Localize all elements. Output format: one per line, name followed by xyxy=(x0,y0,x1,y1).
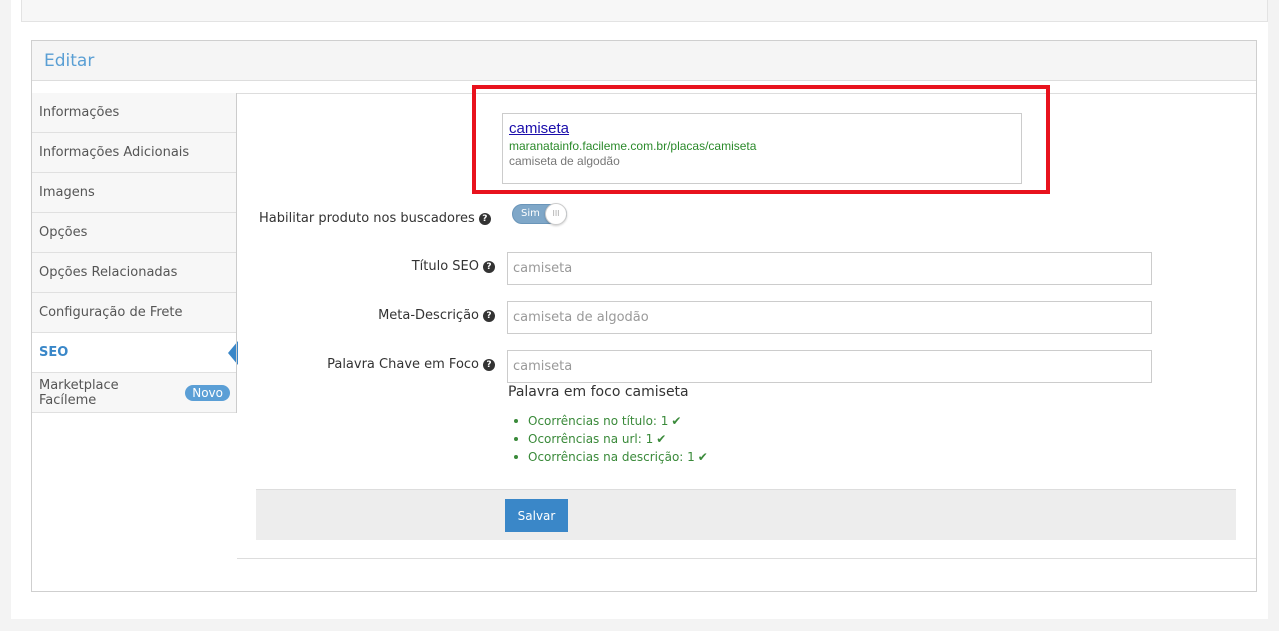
sidebar-item-imagens[interactable]: Imagens xyxy=(32,173,237,213)
sidebar-item-opcoes-relacionadas[interactable]: Opções Relacionadas xyxy=(32,253,237,293)
sidebar-item-label: Marketplace Facíleme xyxy=(39,377,119,408)
bullet-icon xyxy=(514,437,518,441)
focus-keyword-title: Palavra em foco camiseta xyxy=(508,384,689,400)
seo-title-label: Título SEO? xyxy=(395,259,495,274)
enable-search-toggle[interactable]: Sim III xyxy=(512,203,567,225)
toggle-knob: III xyxy=(545,203,567,225)
sidebar-item-configuracao-frete[interactable]: Configuração de Frete xyxy=(32,293,237,333)
form-actions-bar: Salvar xyxy=(256,489,1236,540)
new-badge: Novo xyxy=(185,384,230,401)
checkmark-icon: ✔ xyxy=(656,432,667,446)
sidebar-nav: Informações Informações Adicionais Image… xyxy=(32,93,238,413)
list-item: Ocorrências no título: 1 ✔ xyxy=(514,412,708,430)
sidebar-item-label: Opções xyxy=(39,225,88,240)
focus-keyword-label: Palavra Chave em Foco? xyxy=(295,357,495,372)
highlight-frame xyxy=(472,85,1050,194)
sidebar-item-informacoes[interactable]: Informações xyxy=(32,93,237,133)
top-strip xyxy=(21,0,1268,22)
checkmark-icon: ✔ xyxy=(671,414,682,428)
sidebar-item-marketplace[interactable]: Marketplace Facíleme Novo xyxy=(32,373,237,413)
meta-description-input[interactable] xyxy=(507,301,1152,334)
checkmark-icon: ✔ xyxy=(697,450,708,464)
focus-keyword-input[interactable] xyxy=(507,350,1152,383)
seo-title-text: Título SEO xyxy=(411,259,479,274)
help-icon[interactable]: ? xyxy=(483,310,495,322)
seo-title-input[interactable] xyxy=(507,252,1152,285)
meta-description-label: Meta-Descrição? xyxy=(345,308,495,323)
list-item: Ocorrências na url: 1 ✔ xyxy=(514,430,708,448)
meta-description-text: Meta-Descrição xyxy=(378,308,479,323)
sidebar-item-label: Imagens xyxy=(39,185,95,200)
list-item: Ocorrências na descrição: 1 ✔ xyxy=(514,448,708,466)
sidebar-item-opcoes[interactable]: Opções xyxy=(32,213,237,253)
check-text: Ocorrências no título: 1 xyxy=(528,414,669,428)
sidebar-item-label: Configuração de Frete xyxy=(39,305,183,320)
help-icon[interactable]: ? xyxy=(478,213,491,225)
check-text: Ocorrências na descrição: 1 xyxy=(528,450,695,464)
sidebar-item-label: Informações xyxy=(39,105,120,120)
save-button[interactable]: Salvar xyxy=(505,499,568,532)
focus-keyword-text: Palavra Chave em Foco xyxy=(327,357,479,372)
toggle-label: Sim xyxy=(521,208,540,219)
focus-checks-list: Ocorrências no título: 1 ✔ Ocorrências na… xyxy=(514,412,708,466)
panel-header: Editar xyxy=(32,41,1256,81)
help-icon[interactable]: ? xyxy=(483,359,495,371)
check-text: Ocorrências na url: 1 xyxy=(528,432,654,446)
enable-search-text: Habilitar produto nos buscadores xyxy=(259,211,475,226)
bullet-icon xyxy=(514,419,518,423)
panel-title: Editar xyxy=(44,51,95,71)
sidebar-item-informacoes-adicionais[interactable]: Informações Adicionais xyxy=(32,133,237,173)
sidebar-item-label: Opções Relacionadas xyxy=(39,265,178,280)
seo-content: camiseta maranatainfo.facileme.com.br/pl… xyxy=(237,85,1256,559)
bullet-icon xyxy=(514,455,518,459)
edit-panel: Editar Informações Informações Adicionai… xyxy=(31,40,1257,592)
help-icon[interactable]: ? xyxy=(483,261,495,273)
sidebar-item-label: Informações Adicionais xyxy=(39,145,190,160)
enable-search-label: Habilitar produto nos buscadores? xyxy=(259,211,491,226)
sidebar-item-seo[interactable]: SEO xyxy=(32,333,238,373)
sidebar-item-label: SEO xyxy=(39,345,69,360)
